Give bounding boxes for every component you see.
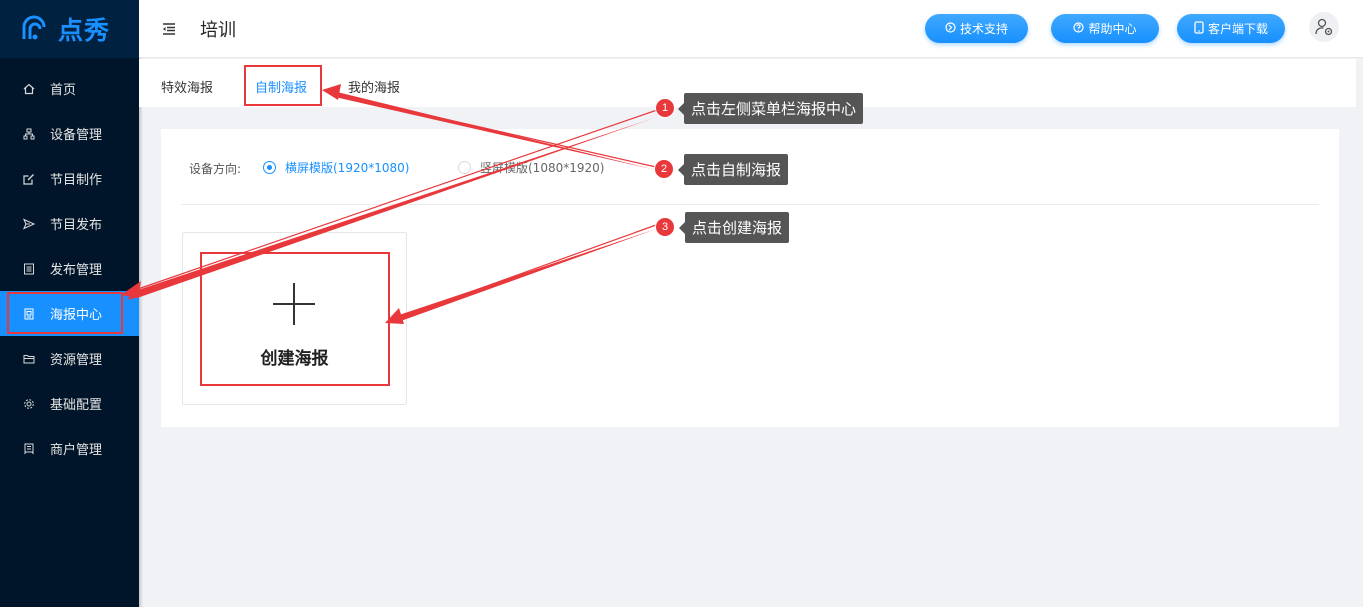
help-center-button[interactable]: 帮助中心 [1051, 14, 1159, 43]
portrait-radio[interactable]: 竖屏模版(1080*1920) [458, 159, 604, 176]
sidebar-item-label: 商户管理 [50, 443, 103, 458]
tech-support-button[interactable]: 技术支持 [925, 14, 1028, 43]
tab-effect-poster[interactable]: 特效海报 [161, 77, 213, 96]
annotation-callout: 点击创建海报 [678, 212, 790, 243]
annotation-badge: 3 [655, 217, 675, 237]
client-download-button[interactable]: 客户端下载 [1177, 14, 1285, 43]
sidebar-item-label: 节目制作 [50, 173, 103, 188]
user-avatar[interactable] [1309, 12, 1339, 42]
annotation-box-custom-poster [244, 65, 322, 106]
sidebar-item-program-publish[interactable]: 节目发布 [0, 201, 139, 246]
sidebar-item-label: 首页 [50, 83, 77, 98]
annotation-badge: 1 [655, 98, 675, 118]
divider [181, 204, 1319, 205]
list-icon [22, 262, 36, 276]
user-settings-icon [1315, 18, 1333, 36]
wifi-logo-icon [22, 15, 46, 40]
annotation-badge: 2 [654, 159, 674, 179]
support-icon [945, 21, 956, 36]
logo: 点秀 [0, 0, 139, 58]
sidebar-item-label: 节目发布 [50, 218, 103, 233]
tech-support-label: 技术支持 [959, 22, 1008, 36]
radio-dot [458, 161, 471, 174]
folder-icon [22, 352, 36, 366]
help-center-label: 帮助中心 [1088, 22, 1137, 36]
page-title: 培训 [200, 20, 236, 41]
portrait-radio-label: 竖屏模版(1080*1920) [480, 161, 605, 175]
landscape-radio-label: 横屏模版(1920*1080) [285, 161, 410, 175]
mobile-icon [1194, 20, 1204, 37]
sidebar-item-label: 资源管理 [50, 353, 103, 368]
sidebar-menu: 首页 设备管理 节目制作 节目发布 发布管理 海报中心 资源管理 基础配置 商户… [0, 66, 139, 471]
sidebar-item-publish-manage[interactable]: 发布管理 [0, 246, 139, 291]
logo-text: 点秀 [58, 16, 111, 45]
sidebar-item-resource[interactable]: 资源管理 [0, 336, 139, 381]
sidebar-item-home[interactable]: 首页 [0, 66, 139, 111]
client-download-label: 客户端下载 [1207, 22, 1268, 36]
sidebar-item-merchant[interactable]: 商户管理 [0, 426, 139, 471]
menu-fold-icon[interactable] [161, 21, 177, 37]
merchant-icon [22, 442, 36, 456]
top-header: 培训 技术支持 帮助中心 客户端下载 [139, 0, 1363, 58]
landscape-radio[interactable]: 横屏模版(1920*1080) [263, 159, 409, 176]
annotation-box-create-poster [200, 252, 390, 386]
send-icon [22, 217, 36, 231]
annotation-box-poster-center [7, 292, 123, 334]
annotation-callout: 点击左侧菜单栏海报中心 [677, 93, 864, 124]
sidebar-item-label: 设备管理 [50, 128, 103, 143]
gear-icon [22, 397, 36, 411]
scrollbar[interactable] [1356, 58, 1363, 607]
annotation-callout: 点击自制海报 [677, 154, 789, 185]
tab-my-poster[interactable]: 我的海报 [348, 77, 400, 96]
sidebar-item-basic-config[interactable]: 基础配置 [0, 381, 139, 426]
sidebar-item-label: 基础配置 [50, 398, 103, 413]
device-icon [22, 127, 36, 141]
help-icon [1073, 21, 1085, 36]
sidebar-item-label: 发布管理 [50, 263, 103, 278]
orientation-label: 设备方向: [189, 162, 242, 176]
radio-dot [263, 161, 276, 174]
sidebar-item-program-make[interactable]: 节目制作 [0, 156, 139, 201]
sidebar-item-device[interactable]: 设备管理 [0, 111, 139, 156]
edit-icon [22, 172, 36, 186]
home-icon [22, 82, 36, 96]
